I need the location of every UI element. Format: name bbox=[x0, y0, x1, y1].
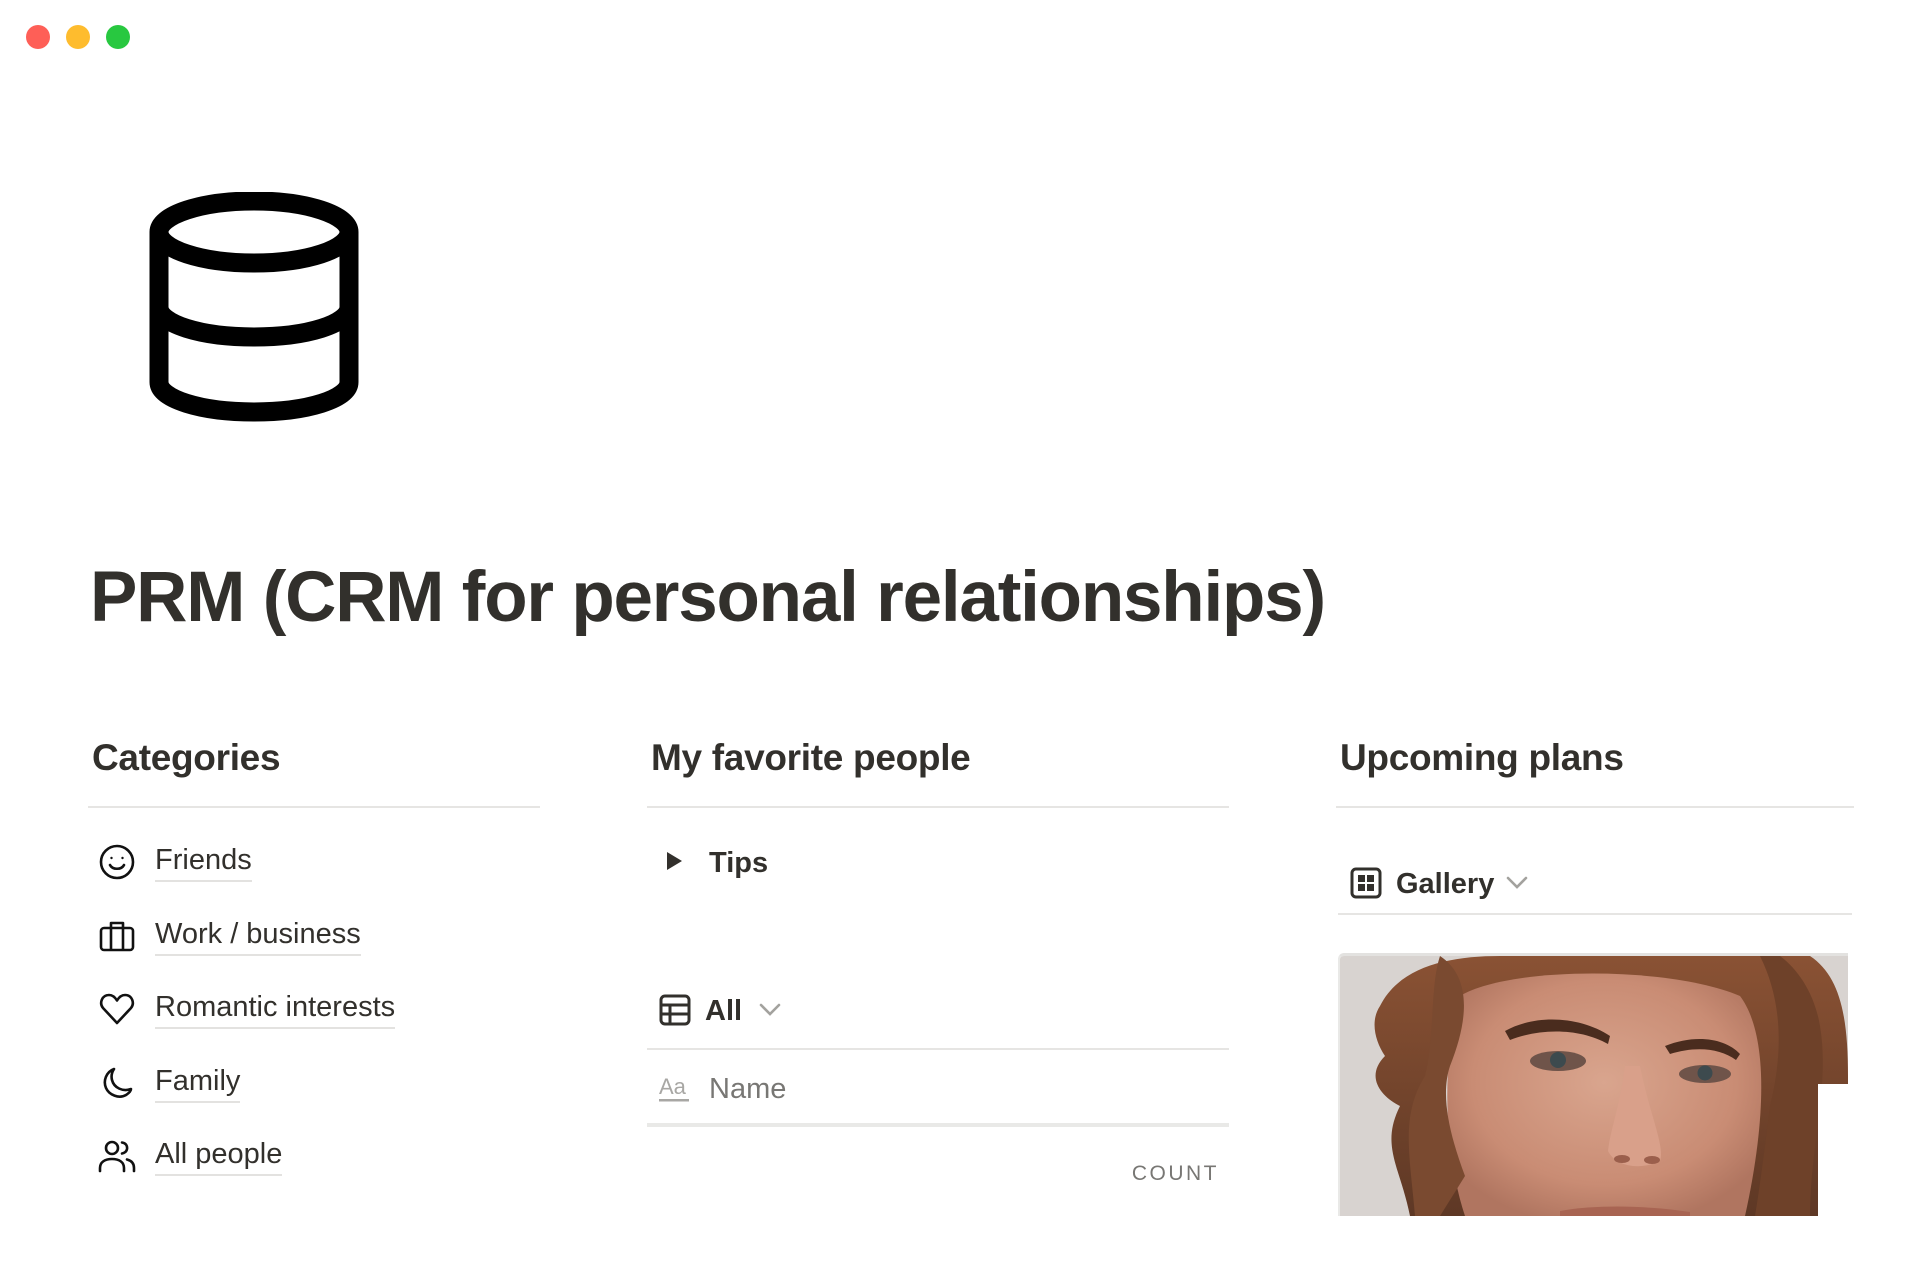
favorites-divider bbox=[647, 806, 1229, 808]
briefcase-icon bbox=[99, 921, 135, 951]
category-link-romantic[interactable]: Romantic interests bbox=[88, 982, 540, 1056]
table-header-name[interactable]: Aa Name bbox=[647, 1055, 1229, 1125]
plans-heading: Upcoming plans bbox=[1340, 737, 1624, 778]
card-overlay-mask bbox=[1818, 1084, 1878, 1284]
count-calculation[interactable]: COUNT bbox=[1132, 1160, 1219, 1188]
plans-divider bbox=[1336, 806, 1854, 808]
plans-column: Upcoming plans Gallery bbox=[1336, 735, 1878, 1284]
categories-heading: Categories bbox=[92, 737, 281, 778]
favorites-heading: My favorite people bbox=[651, 737, 971, 778]
window-zoom-button[interactable] bbox=[106, 25, 130, 49]
chevron-down-icon[interactable] bbox=[758, 1000, 782, 1018]
tips-toggle[interactable]: Tips bbox=[647, 843, 1229, 883]
category-link-friends[interactable]: Friends bbox=[88, 835, 540, 909]
view-selector-gallery[interactable]: Gallery bbox=[1350, 863, 1550, 905]
favorites-column: My favorite people Tips All Aa Name COUN… bbox=[647, 735, 1229, 1185]
categories-divider bbox=[88, 806, 540, 808]
table-header-border bbox=[647, 1123, 1229, 1127]
table-icon bbox=[659, 994, 691, 1026]
portrait-photo bbox=[1340, 956, 1848, 1216]
moon-icon bbox=[103, 1067, 133, 1098]
text-property-icon: Aa bbox=[659, 1074, 689, 1102]
gallery-card[interactable] bbox=[1338, 953, 1848, 1216]
window-minimize-button[interactable] bbox=[66, 25, 90, 49]
page-title[interactable]: PRM (CRM for personal relationships) bbox=[90, 556, 1326, 640]
tips-toggle-label[interactable]: Tips bbox=[709, 843, 768, 883]
category-label[interactable]: Work / business bbox=[155, 915, 361, 956]
view-divider bbox=[647, 1048, 1229, 1050]
people-icon bbox=[98, 1140, 136, 1173]
category-link-work[interactable]: Work / business bbox=[88, 909, 540, 983]
category-label[interactable]: Family bbox=[155, 1062, 241, 1103]
column-name-label[interactable]: Name bbox=[709, 1069, 786, 1109]
view-label[interactable]: Gallery bbox=[1396, 863, 1494, 905]
heart-icon bbox=[99, 993, 135, 1025]
category-label[interactable]: Friends bbox=[155, 841, 252, 882]
smiley-icon bbox=[99, 844, 135, 880]
database-icon[interactable] bbox=[148, 191, 360, 422]
toggle-triangle-icon[interactable] bbox=[667, 852, 682, 870]
categories-list: Friends Work / business Romantic interes… bbox=[88, 835, 540, 1203]
svg-text:Aa: Aa bbox=[659, 1074, 687, 1099]
view-selector-all[interactable]: All bbox=[659, 990, 799, 1032]
categories-column: Categories Friends Work / business Roman… bbox=[88, 735, 540, 1176]
window-close-button[interactable] bbox=[26, 25, 50, 49]
category-label[interactable]: Romantic interests bbox=[155, 988, 396, 1029]
category-link-all-people[interactable]: All people bbox=[88, 1129, 540, 1203]
chevron-down-icon[interactable] bbox=[1505, 873, 1529, 891]
view-label[interactable]: All bbox=[705, 990, 742, 1032]
category-label[interactable]: All people bbox=[155, 1135, 283, 1176]
category-link-family[interactable]: Family bbox=[88, 1056, 540, 1130]
gallery-icon bbox=[1350, 867, 1382, 899]
gallery-divider bbox=[1338, 913, 1852, 915]
